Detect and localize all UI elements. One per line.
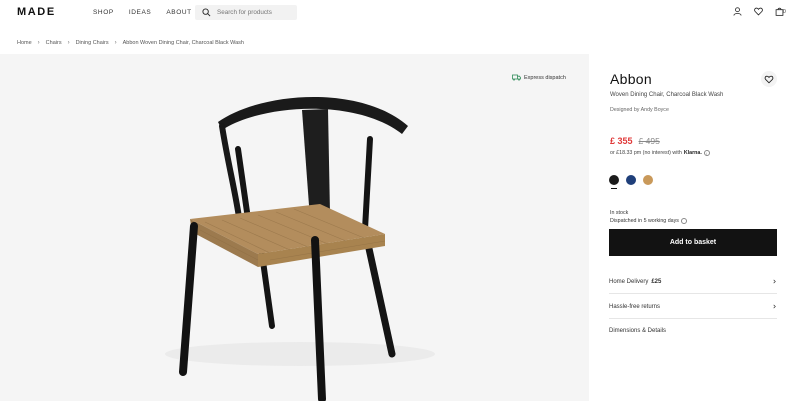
info-icon[interactable]: i	[703, 150, 710, 156]
accordion-label: Dimensions & Details	[609, 328, 667, 334]
product-image-area[interactable]	[0, 54, 589, 401]
delivery-price: £25	[651, 278, 662, 285]
nav-shop[interactable]: SHOP	[93, 9, 114, 16]
breadcrumb: Home › Chairs › Dining Chairs › Abbon Wo…	[17, 40, 244, 46]
info-icon[interactable]	[680, 218, 687, 224]
accordion-label: Home Delivery	[609, 278, 649, 285]
stock-status: In stock	[610, 210, 629, 216]
color-swatches	[609, 175, 653, 189]
price-block: £ 355 £ 495	[610, 136, 660, 146]
express-dispatch-badge: Express dispatch	[512, 74, 566, 81]
chair-image	[165, 96, 435, 401]
breadcrumb-chairs[interactable]: Chairs	[46, 40, 62, 46]
user-icon[interactable]	[733, 7, 742, 16]
finance-info: or £18.33 pm (no interest) with Klarna. …	[610, 150, 710, 156]
breadcrumb-current: Abbon Woven Dining Chair, Charcoal Black…	[122, 40, 244, 46]
chevron-right-icon: ›	[67, 40, 70, 46]
sale-price: £ 355	[610, 136, 633, 146]
swatch-charcoal-black[interactable]	[609, 175, 619, 189]
bag-count: 0	[783, 9, 786, 15]
made-logo[interactable]: MADE	[17, 6, 56, 18]
dispatch-time: Dispatched in 5 working days	[610, 218, 679, 224]
product-designer[interactable]: Designed by Andy Boyce	[610, 107, 669, 113]
wishlist-button[interactable]	[761, 71, 777, 87]
search-box[interactable]	[195, 5, 297, 20]
truck-icon	[512, 74, 521, 81]
heart-icon[interactable]	[754, 7, 763, 16]
stock-info: In stock Dispatched in 5 working days	[610, 209, 687, 225]
accordion-returns[interactable]: Hassle-free returns	[609, 295, 777, 319]
chevron-right-icon	[773, 279, 776, 284]
search-icon[interactable]	[202, 8, 211, 17]
search-input[interactable]	[217, 7, 293, 18]
original-price: £ 495	[638, 136, 660, 146]
chevron-right-icon: ›	[37, 40, 40, 46]
accordion-label: Hassle-free returns	[609, 303, 661, 310]
main-nav: SHOP IDEAS ABOUT	[93, 9, 192, 16]
product-title: Abbon	[610, 71, 652, 87]
klarna-logo: Klarna.	[683, 150, 702, 156]
site-header: MADE SHOP IDEAS ABOUT 0	[0, 0, 800, 26]
chevron-right-icon	[773, 304, 776, 309]
nav-about[interactable]: ABOUT	[166, 9, 191, 16]
breadcrumb-home[interactable]: Home	[17, 40, 32, 46]
accordion-home-delivery[interactable]: Home Delivery £25	[609, 270, 777, 294]
product-subtitle: Woven Dining Chair, Charcoal Black Wash	[610, 92, 724, 98]
breadcrumb-dining-chairs[interactable]: Dining Chairs	[76, 40, 109, 46]
chevron-right-icon: ›	[114, 40, 117, 46]
header-icons	[733, 7, 784, 16]
express-dispatch-label: Express dispatch	[524, 74, 566, 81]
swatch-blue[interactable]	[626, 175, 636, 185]
add-to-basket-button[interactable]: Add to basket	[609, 229, 777, 256]
accordion-dimensions[interactable]: Dimensions & Details	[609, 319, 777, 343]
swatch-natural[interactable]	[643, 175, 653, 185]
nav-ideas[interactable]: IDEAS	[129, 9, 152, 16]
heart-icon	[764, 75, 774, 84]
finance-text: or £18.33 pm (no interest) with	[610, 150, 682, 156]
